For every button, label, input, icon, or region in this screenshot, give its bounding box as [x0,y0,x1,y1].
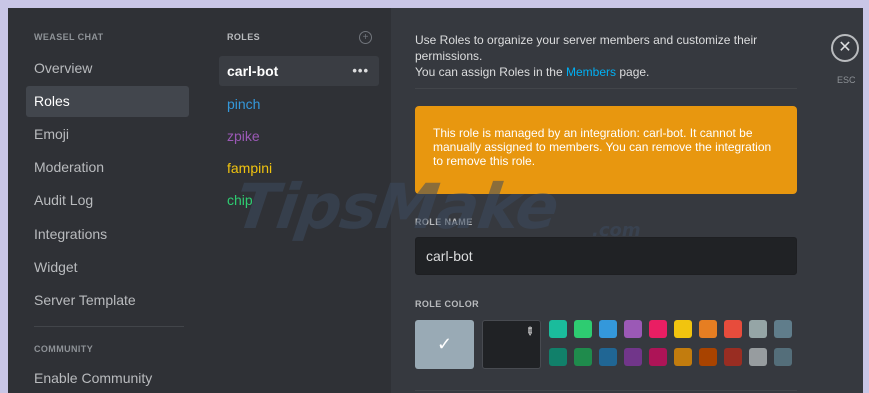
sidebar-item-roles[interactable]: Roles [26,86,189,117]
color-swatch[interactable] [674,320,692,338]
color-swatch[interactable] [674,348,692,366]
color-swatch[interactable] [649,348,667,366]
color-swatch[interactable] [749,320,767,338]
sidebar-divider [34,326,184,327]
color-swatch[interactable] [724,348,742,366]
server-name-header: WEASEL CHAT [34,32,104,42]
members-link[interactable]: Members [566,65,616,79]
roles-intro-text: Use Roles to organize your server member… [415,32,815,80]
sidebar-item-audit-log[interactable]: Audit Log [26,185,189,216]
bottom-divider [415,390,797,391]
header-divider [415,88,797,89]
plus-circle-icon[interactable]: + [359,31,372,44]
sidebar-item-integrations[interactable]: Integrations [26,219,189,250]
color-swatch[interactable] [599,320,617,338]
ellipsis-icon[interactable]: ••• [352,56,369,86]
role-name: carl-bot [227,63,279,79]
check-icon: ✓ [436,334,453,354]
intro-line-3: page. [619,65,650,79]
color-swatch[interactable] [599,348,617,366]
intro-line-2: You can assign Roles in the [415,65,563,79]
color-swatch[interactable] [699,320,717,338]
sidebar-item-enable-community[interactable]: Enable Community [26,363,189,393]
color-swatch[interactable] [549,348,567,366]
settings-sidebar: WEASEL CHAT Overview Roles Emoji Moderat… [8,8,201,393]
role-item-carl-bot[interactable]: carl-bot ••• [219,56,379,86]
esc-label: ESC [837,75,856,85]
roles-header: ROLES [227,32,261,42]
color-palette [549,320,797,370]
close-icon[interactable]: ✕ [831,34,859,62]
custom-color-swatch[interactable]: ✎ [482,320,541,369]
color-swatch[interactable] [749,348,767,366]
default-color-swatch[interactable]: ✓ [415,320,474,369]
sidebar-item-emoji[interactable]: Emoji [26,119,189,150]
sidebar-item-moderation[interactable]: Moderation [26,152,189,183]
color-swatch[interactable] [724,320,742,338]
server-settings-window: WEASEL CHAT Overview Roles Emoji Moderat… [8,8,863,393]
color-swatch[interactable] [774,320,792,338]
community-header: COMMUNITY [34,344,94,354]
role-color-label: ROLE COLOR [415,299,479,309]
eyedropper-icon: ✎ [521,324,537,340]
color-swatch[interactable] [574,320,592,338]
role-item-pinch[interactable]: pinch [219,89,379,119]
watermark-suffix: .com [592,220,641,241]
watermark-logo: TipsMake [230,170,563,243]
color-swatch[interactable] [649,320,667,338]
role-item-zpike[interactable]: zpike [219,121,379,151]
color-swatch[interactable] [774,348,792,366]
sidebar-item-server-template[interactable]: Server Template [26,285,189,316]
sidebar-item-overview[interactable]: Overview [26,53,189,84]
color-swatch[interactable] [549,320,567,338]
intro-line-1: Use Roles to organize your server member… [415,33,758,63]
color-swatch[interactable] [699,348,717,366]
color-swatch[interactable] [624,348,642,366]
color-swatch[interactable] [574,348,592,366]
sidebar-item-widget[interactable]: Widget [26,252,189,283]
color-swatch[interactable] [624,320,642,338]
